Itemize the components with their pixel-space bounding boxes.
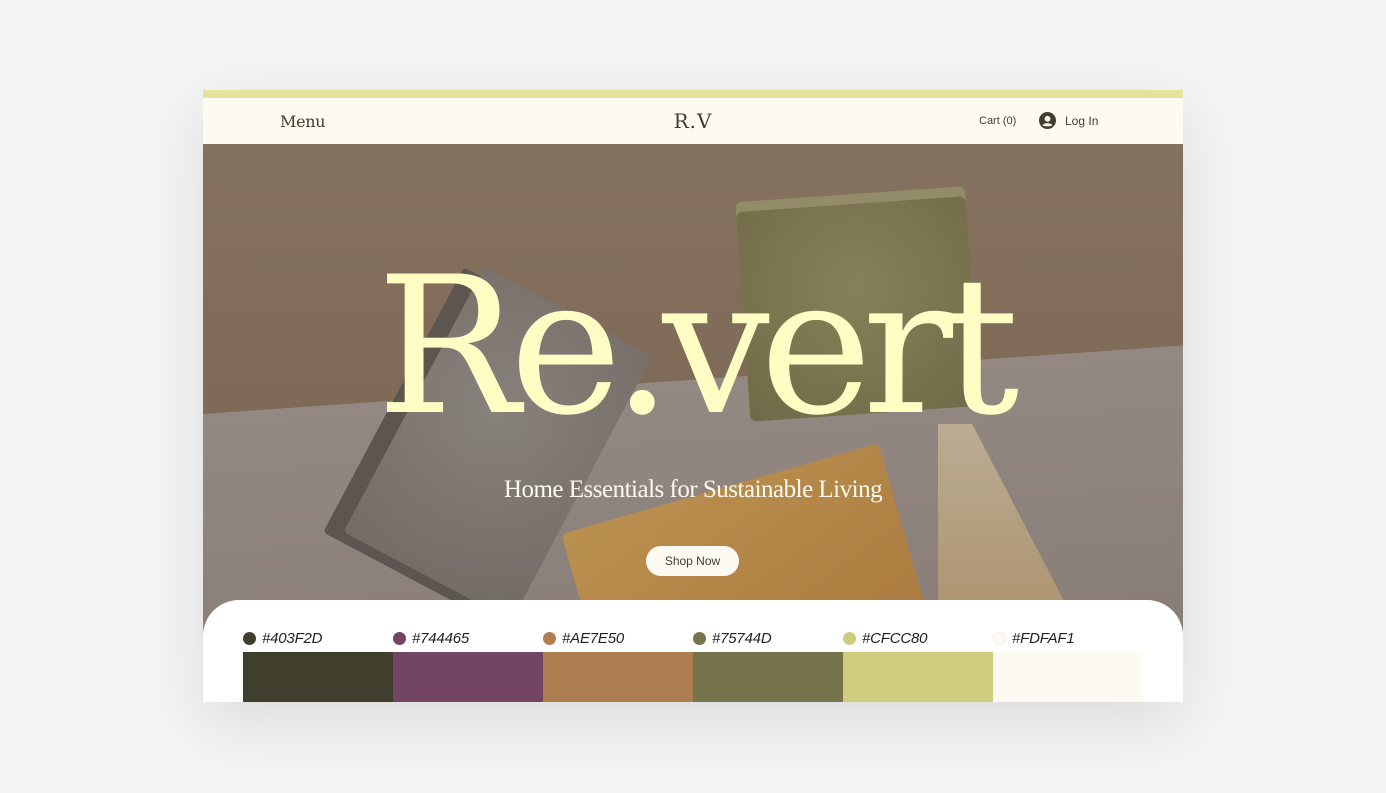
color-code: #403F2D [262,630,323,647]
palette-label: #FDFAF1 [993,630,1143,647]
color-swatch [993,652,1143,702]
accent-bar [203,90,1183,98]
color-dot [843,632,856,645]
color-code: #744465 [412,630,469,647]
color-dot [993,632,1006,645]
color-code: #AE7E50 [562,630,624,647]
color-swatch [243,652,393,702]
palette-label: #AE7E50 [543,630,693,647]
shop-now-button[interactable]: Shop Now [646,546,739,576]
color-swatch [693,652,843,702]
hero-title: Re.vert [376,236,1020,457]
color-dot [693,632,706,645]
color-swatch [543,652,693,702]
palette-label: #CFCC80 [843,630,993,647]
color-code: #CFCC80 [862,630,928,647]
site-logo[interactable]: R.V [203,109,1183,133]
site-preview: Menu R.V Cart (0) Log In Re.vert Home Es… [203,90,1183,702]
palette-label: #403F2D [243,630,393,647]
color-dot [393,632,406,645]
palette-label: #75744D [693,630,843,647]
color-code: #75744D [712,630,772,647]
swatch-row [243,652,1143,702]
color-dot [543,632,556,645]
user-icon [1039,112,1056,129]
color-palette: #403F2D #744465 #AE7E50 #75744D #CFCC80 … [203,600,1183,702]
color-swatch [843,652,993,702]
cart-link[interactable]: Cart (0) [979,115,1016,127]
hero-tagline: Home Essentials for Sustainable Living [503,476,883,503]
color-swatch [393,652,543,702]
palette-label: #744465 [393,630,543,647]
login-label: Log In [1065,113,1099,128]
login-button[interactable]: Log In [1039,112,1098,129]
color-dot [243,632,256,645]
site-header: Menu R.V Cart (0) Log In [203,98,1183,144]
color-code: #FDFAF1 [1012,630,1075,647]
